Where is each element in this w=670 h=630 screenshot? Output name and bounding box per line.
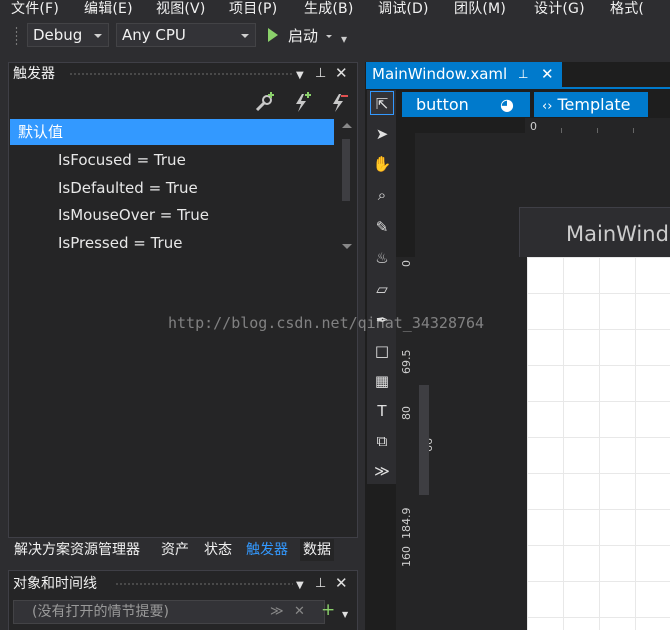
configuration-value: Debug bbox=[33, 26, 83, 44]
triggers-panel-title: 触发器 bbox=[13, 66, 55, 82]
menu-format[interactable]: 格式( bbox=[610, 0, 644, 18]
add-property-trigger-icon[interactable] bbox=[253, 92, 275, 114]
selection-tool-icon[interactable]: ⇱ bbox=[370, 91, 394, 115]
scroll-thumb[interactable] bbox=[342, 139, 350, 201]
toolbar-grip-icon[interactable] bbox=[15, 26, 18, 46]
breadcrumb-style-icon[interactable]: ◕ bbox=[480, 92, 530, 117]
vertical-ruler-selection bbox=[419, 385, 429, 495]
breadcrumb: button ◕ ‹› Template bbox=[400, 92, 670, 118]
tab-solution-explorer[interactable]: 解决方案资源管理器 bbox=[11, 539, 143, 561]
breadcrumb-template-label: Template bbox=[557, 95, 631, 114]
menu-debug[interactable]: 调试(D) bbox=[378, 0, 429, 18]
panel-drag-grip[interactable] bbox=[69, 72, 294, 77]
objects-timeline-panel: 对象和时间线 ▼ ⊥ ✕ (没有打开的情节提要) ≫ ✕ + ▼ bbox=[8, 570, 358, 630]
panel-menu-chevron-icon[interactable]: ▼ bbox=[296, 69, 304, 83]
tab-triggers[interactable]: 触发器 bbox=[243, 539, 291, 561]
scroll-down-icon[interactable] bbox=[342, 244, 352, 249]
ruler-label: 184.9 bbox=[400, 507, 413, 540]
pin-icon[interactable]: ⊥ bbox=[518, 62, 528, 87]
paint-bucket-icon[interactable]: ♨ bbox=[370, 246, 394, 270]
document-tab-title: MainWindow.xaml bbox=[372, 65, 508, 83]
configuration-dropdown[interactable]: Debug bbox=[27, 23, 109, 47]
direct-selection-icon[interactable]: ➤ bbox=[370, 122, 394, 146]
condition-item[interactable]: IsMouseOver = True bbox=[10, 202, 334, 228]
menu-view[interactable]: 视图(V) bbox=[156, 0, 206, 18]
close-storyboard-icon[interactable]: ✕ bbox=[294, 601, 305, 623]
menu-project[interactable]: 项目(P) bbox=[229, 0, 277, 18]
panel-menu-chevron-icon[interactable]: ▼ bbox=[296, 579, 304, 593]
menu-design[interactable]: 设计(G) bbox=[534, 0, 585, 18]
tab-data[interactable]: 数据 bbox=[300, 539, 334, 561]
platform-value: Any CPU bbox=[122, 26, 186, 44]
panel-drag-grip[interactable] bbox=[115, 582, 293, 587]
toolbar-overflow-icon[interactable]: ▾ bbox=[341, 33, 347, 45]
remove-trigger-icon[interactable] bbox=[327, 92, 349, 114]
watermark: http://blog.csdn.net/qinat_34328764 bbox=[168, 314, 485, 332]
menu-file[interactable]: 文件(F) bbox=[11, 0, 59, 18]
trigger-item-default[interactable]: 默认值 bbox=[10, 119, 334, 145]
chevron-down-icon bbox=[94, 34, 102, 38]
close-icon[interactable]: ✕ bbox=[541, 62, 554, 87]
eyedropper-icon[interactable]: ✎ bbox=[370, 215, 394, 239]
menu-build[interactable]: 生成(B) bbox=[304, 0, 354, 18]
menu-bar: 文件(F) 编辑(E) 视图(V) 项目(P) 生成(B) 调试(D) 团队(M… bbox=[0, 0, 670, 18]
ruler-label: 160 bbox=[400, 546, 413, 567]
triggers-panel: 触发器 ▼ ⊥ ✕ 默认值 IsFocused = True IsDefault… bbox=[8, 62, 358, 538]
more-tools-icon[interactable]: ≫ bbox=[370, 459, 394, 483]
storyboard-chevron-down-icon[interactable]: ▼ bbox=[342, 608, 348, 622]
document-tab-mainwindow[interactable]: MainWindow.xaml ⊥ ✕ bbox=[366, 62, 562, 87]
window-design-surface[interactable] bbox=[527, 257, 670, 630]
triggers-toolbar bbox=[9, 89, 357, 117]
rectangle-icon[interactable]: □ bbox=[370, 339, 394, 363]
add-storyboard-icon[interactable]: + bbox=[321, 602, 335, 619]
close-icon[interactable]: ✕ bbox=[335, 576, 348, 591]
platform-dropdown[interactable]: Any CPU bbox=[116, 23, 256, 47]
pin-icon[interactable]: ⊥ bbox=[315, 577, 326, 591]
tab-states[interactable]: 状态 bbox=[201, 539, 235, 561]
add-event-trigger-icon[interactable] bbox=[290, 92, 312, 114]
pan-hand-icon[interactable]: ✋ bbox=[370, 152, 394, 176]
trigger-list: 默认值 IsFocused = True IsDefaulted = True … bbox=[10, 119, 356, 259]
toolbox: ⇱ ➤ ✋ ⌕ ✎ ♨ ▱ ✒ □ ▦ T ⧉ ≫ bbox=[367, 90, 396, 484]
breadcrumb-button[interactable]: button bbox=[402, 92, 490, 117]
grid-layout-icon[interactable]: ▦ bbox=[370, 369, 394, 393]
expand-chevrons-icon[interactable]: ≫ bbox=[270, 601, 284, 623]
vertical-ruler: 0 69.5 80 66 184.9 160 bbox=[396, 257, 435, 630]
breadcrumb-button-label: button bbox=[416, 95, 469, 114]
chevron-down-icon bbox=[241, 34, 249, 38]
condition-item[interactable]: IsFocused = True bbox=[10, 147, 334, 173]
start-button[interactable]: 启动 bbox=[288, 25, 318, 46]
play-icon[interactable] bbox=[268, 28, 278, 42]
condition-item[interactable]: IsDefaulted = True bbox=[10, 175, 334, 201]
tab-assets[interactable]: 资产 bbox=[158, 539, 192, 561]
tab-underline bbox=[366, 87, 670, 89]
scroll-up-icon[interactable] bbox=[342, 123, 352, 128]
close-icon[interactable]: ✕ bbox=[335, 66, 348, 81]
storyboard-picker[interactable]: (没有打开的情节提要) ≫ ✕ bbox=[13, 600, 325, 624]
pin-icon[interactable]: ⊥ bbox=[315, 67, 326, 81]
breadcrumb-template[interactable]: ‹› Template bbox=[534, 92, 648, 117]
storyboard-placeholder: (没有打开的情节提要) bbox=[32, 604, 169, 620]
control-tool-icon[interactable]: ⧉ bbox=[370, 429, 394, 453]
trigger-list-scrollbar[interactable] bbox=[340, 121, 354, 256]
ruler-label: 80 bbox=[400, 406, 413, 420]
window-frame-title: MainWind bbox=[566, 222, 669, 246]
horizontal-ruler: 0 bbox=[525, 118, 670, 133]
condition-item[interactable]: IsPressed = True bbox=[10, 230, 334, 256]
text-tool-icon[interactable]: T bbox=[370, 399, 394, 423]
window-frame-titlebar: MainWind bbox=[519, 207, 670, 257]
ruler-label: 0 bbox=[530, 120, 537, 133]
ruler-label: 0 bbox=[400, 260, 413, 267]
panel-tab-strip: 解决方案资源管理器 资产 状态 触发器 数据 bbox=[8, 538, 358, 562]
code-brackets-icon: ‹› bbox=[542, 99, 553, 114]
ruler-label: 69.5 bbox=[400, 349, 413, 375]
timeline-panel-title: 对象和时间线 bbox=[13, 576, 97, 592]
standard-toolbar: Debug Any CPU 启动 ▾ bbox=[0, 18, 670, 56]
menu-edit[interactable]: 编辑(E) bbox=[84, 0, 133, 18]
menu-team[interactable]: 团队(M) bbox=[454, 0, 506, 18]
eraser-icon[interactable]: ▱ bbox=[370, 277, 394, 301]
start-dropdown-chevron-icon[interactable] bbox=[326, 35, 332, 38]
zoom-icon[interactable]: ⌕ bbox=[370, 183, 394, 207]
